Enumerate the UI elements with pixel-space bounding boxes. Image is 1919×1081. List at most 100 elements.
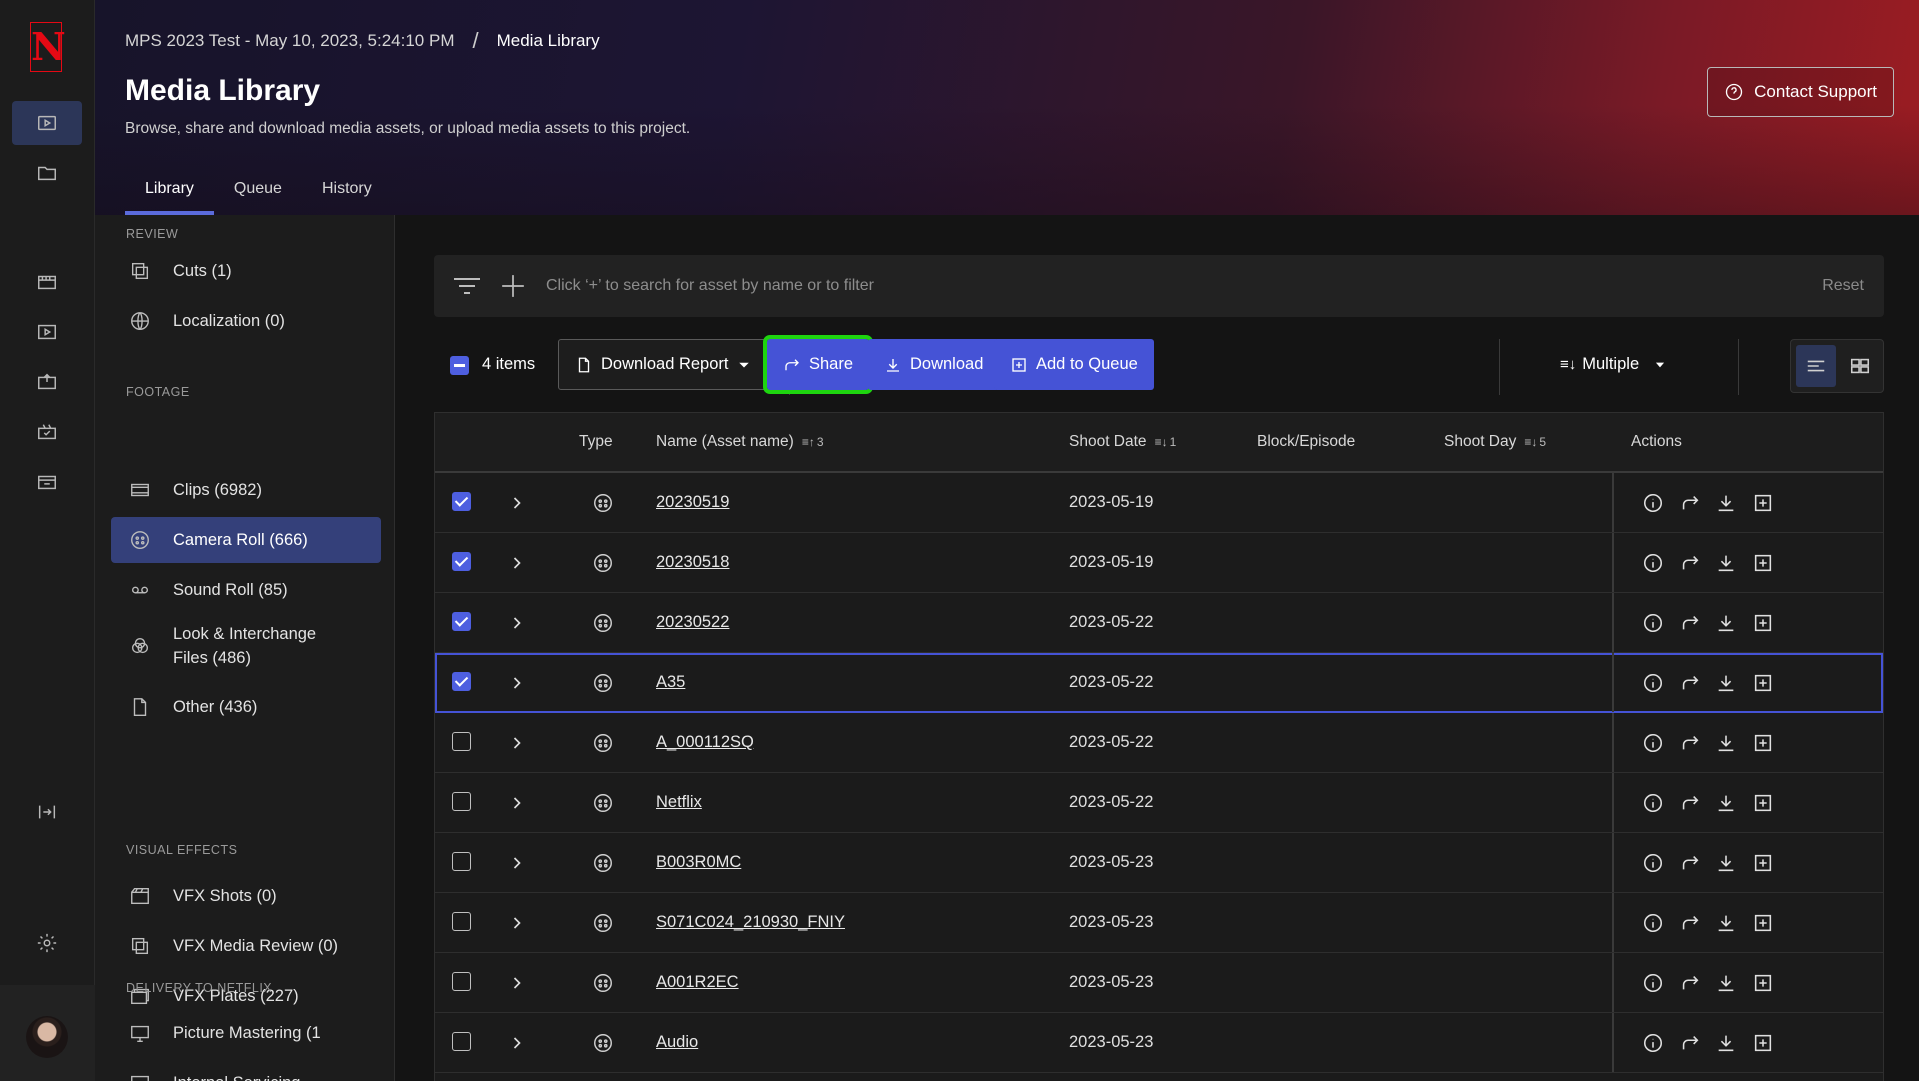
folder-nav-icon[interactable]: [12, 151, 82, 195]
download-icon[interactable]: [1715, 612, 1737, 634]
asset-name-link[interactable]: A35: [656, 673, 685, 692]
expand-sidebar-icon[interactable]: [12, 790, 82, 834]
download-report-button[interactable]: Download Report: [558, 339, 775, 390]
info-icon[interactable]: [1642, 612, 1664, 634]
share-button[interactable]: Share: [762, 335, 874, 394]
row-checkbox[interactable]: [452, 1032, 471, 1051]
add-to-queue-icon[interactable]: [1752, 672, 1774, 694]
info-icon[interactable]: [1642, 912, 1664, 934]
download-icon[interactable]: [1715, 492, 1737, 514]
asset-name-link[interactable]: Audio: [656, 1033, 698, 1052]
sidebar-item-cuts[interactable]: Cuts (1): [111, 248, 381, 294]
asset-name-link[interactable]: A_000112SQ: [656, 733, 754, 752]
clapper-nav-icon[interactable]: [12, 260, 82, 304]
download-button[interactable]: Download: [868, 339, 1000, 390]
filter-icon[interactable]: [452, 274, 482, 298]
row-checkbox[interactable]: [452, 492, 471, 511]
info-icon[interactable]: [1642, 552, 1664, 574]
row-checkbox[interactable]: [452, 912, 471, 931]
search-filter-bar[interactable]: Click ‘+’ to search for asset by name or…: [434, 255, 1884, 317]
reset-button[interactable]: Reset: [1822, 277, 1864, 295]
list-view-button[interactable]: [1796, 345, 1836, 387]
sidebar-item-clips[interactable]: Clips (6982): [111, 467, 381, 513]
download-icon[interactable]: [1715, 732, 1737, 754]
vfx-nav-icon[interactable]: [12, 410, 82, 454]
info-icon[interactable]: [1642, 1032, 1664, 1054]
expand-chevron-icon[interactable]: [507, 913, 527, 933]
column-type[interactable]: Type: [579, 433, 613, 451]
row-checkbox[interactable]: [452, 792, 471, 811]
asset-name-link[interactable]: Netflix: [656, 793, 702, 812]
add-to-queue-icon[interactable]: [1752, 492, 1774, 514]
share-icon[interactable]: [1679, 852, 1701, 874]
column-block-episode[interactable]: Block/Episode: [1257, 433, 1355, 451]
table-row[interactable]: 20230518 2023-05-19: [435, 533, 1883, 593]
info-icon[interactable]: [1642, 732, 1664, 754]
tab-history[interactable]: History: [302, 170, 392, 215]
share-icon[interactable]: [1679, 732, 1701, 754]
add-to-queue-icon[interactable]: [1752, 792, 1774, 814]
table-row[interactable]: A001R2EC 2023-05-23: [435, 953, 1883, 1013]
expand-chevron-icon[interactable]: [507, 733, 527, 753]
expand-chevron-icon[interactable]: [507, 493, 527, 513]
asset-name-link[interactable]: 20230522: [656, 613, 729, 632]
select-all-checkbox[interactable]: [450, 356, 469, 375]
add-to-queue-icon[interactable]: [1752, 912, 1774, 934]
download-icon[interactable]: [1715, 912, 1737, 934]
add-to-queue-button[interactable]: Add to Queue: [994, 339, 1154, 390]
share-icon[interactable]: [1679, 1032, 1701, 1054]
share-icon[interactable]: [1679, 612, 1701, 634]
video-nav-icon[interactable]: [12, 310, 82, 354]
column-shoot-day[interactable]: Shoot Day ≡↓ 5: [1444, 433, 1546, 451]
user-avatar[interactable]: [26, 1016, 68, 1058]
row-checkbox[interactable]: [452, 612, 471, 631]
table-row[interactable]: Audio 2023-05-23: [435, 1013, 1883, 1073]
sidebar-item-vfx-media-review[interactable]: VFX Media Review (0): [111, 923, 381, 969]
expand-chevron-icon[interactable]: [507, 673, 527, 693]
sort-dropdown[interactable]: ≡↓ Multiple: [1560, 339, 1667, 390]
add-to-queue-icon[interactable]: [1752, 552, 1774, 574]
tab-library[interactable]: Library: [125, 170, 214, 215]
table-row[interactable]: A35 2023-05-22: [435, 653, 1883, 713]
share-icon[interactable]: [1679, 492, 1701, 514]
table-row[interactable]: B003R0MC 2023-05-23: [435, 833, 1883, 893]
delivery-nav-icon[interactable]: [12, 460, 82, 504]
row-checkbox[interactable]: [452, 972, 471, 991]
asset-name-link[interactable]: S071C024_210930_FNIY: [656, 913, 845, 932]
download-icon[interactable]: [1715, 852, 1737, 874]
expand-chevron-icon[interactable]: [507, 1033, 527, 1053]
share-icon[interactable]: [1679, 792, 1701, 814]
info-icon[interactable]: [1642, 492, 1664, 514]
table-row[interactable]: Netflix 2023-05-22: [435, 773, 1883, 833]
column-shoot-date[interactable]: Shoot Date ≡↓ 1: [1069, 433, 1176, 451]
share-icon[interactable]: [1679, 972, 1701, 994]
add-to-queue-icon[interactable]: [1752, 732, 1774, 754]
sidebar-item-other[interactable]: Other (436): [111, 684, 381, 730]
download-icon[interactable]: [1715, 1032, 1737, 1054]
expand-chevron-icon[interactable]: [507, 973, 527, 993]
row-checkbox[interactable]: [452, 852, 471, 871]
media-library-nav-icon[interactable]: [12, 101, 82, 145]
sidebar-item-internal-servicing[interactable]: Internal Servicing: [111, 1060, 381, 1081]
table-row[interactable]: 20230522 2023-05-22: [435, 593, 1883, 653]
table-row[interactable]: A_000112SQ 2023-05-22: [435, 713, 1883, 773]
table-row[interactable]: 20230519 2023-05-19: [435, 473, 1883, 533]
add-filter-icon[interactable]: [500, 273, 526, 299]
add-to-queue-icon[interactable]: [1752, 1032, 1774, 1054]
contact-support-button[interactable]: Contact Support: [1707, 67, 1894, 117]
share-icon[interactable]: [1679, 672, 1701, 694]
sidebar-item-camera-roll[interactable]: Camera Roll (666): [111, 517, 381, 563]
tab-queue[interactable]: Queue: [214, 170, 302, 215]
row-checkbox[interactable]: [452, 672, 471, 691]
asset-name-link[interactable]: 20230519: [656, 493, 729, 512]
asset-name-link[interactable]: A001R2EC: [656, 973, 739, 992]
expand-chevron-icon[interactable]: [507, 553, 527, 573]
download-icon[interactable]: [1715, 972, 1737, 994]
info-icon[interactable]: [1642, 972, 1664, 994]
info-icon[interactable]: [1642, 672, 1664, 694]
table-row[interactable]: S071C024_210930_FNIY 2023-05-23: [435, 893, 1883, 953]
info-icon[interactable]: [1642, 852, 1664, 874]
row-checkbox[interactable]: [452, 732, 471, 751]
add-to-queue-icon[interactable]: [1752, 612, 1774, 634]
column-name[interactable]: Name (Asset name) ≡↑ 3: [656, 433, 824, 451]
